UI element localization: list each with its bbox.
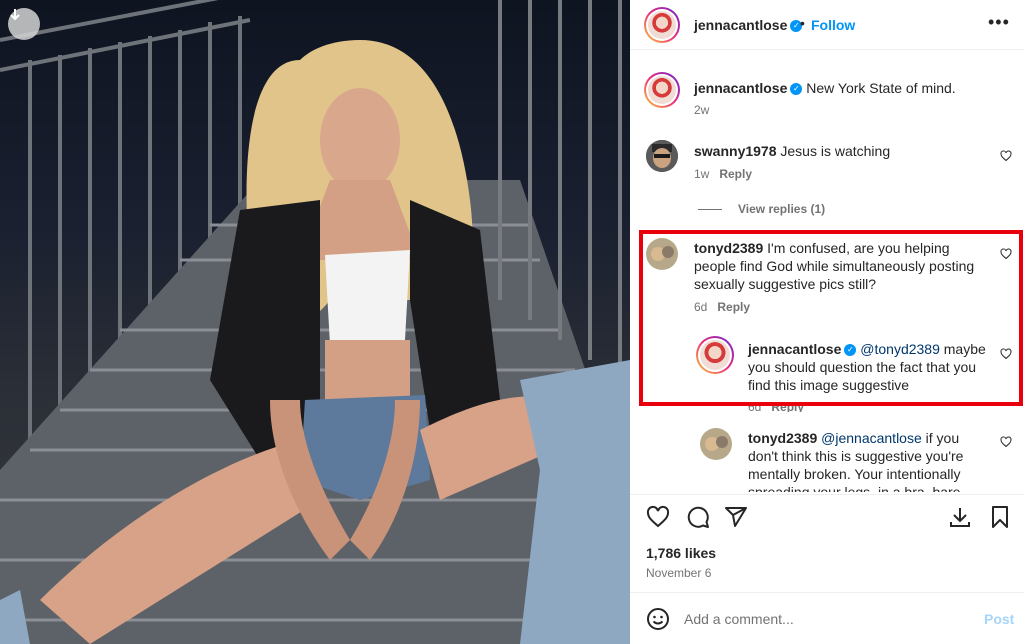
comment-meta: 6d Reply	[694, 300, 750, 314]
caption: jennacantlose ✓ New York State of mind.	[694, 79, 1004, 97]
torn-jeans	[520, 360, 630, 644]
reply-button[interactable]: Reply	[771, 400, 804, 412]
comment-1: swanny1978 Jesus is watching	[694, 142, 984, 160]
reply-avatar[interactable]	[700, 428, 732, 460]
bookmark-icon[interactable]	[988, 505, 1012, 529]
caption-time: 2w	[694, 103, 710, 117]
caption-avatar[interactable]	[644, 72, 680, 108]
reply-mention[interactable]: @tonyd2389	[860, 341, 940, 357]
view-replies-button[interactable]: View replies (1)	[698, 202, 825, 216]
comment-2: tonyd2389 I'm confused, are you helping …	[694, 239, 986, 293]
like-reply-heart-icon[interactable]	[1000, 348, 1012, 360]
comment-icon[interactable]	[686, 505, 710, 529]
reply-meta: 6d Reply	[748, 400, 804, 412]
comment-meta: 1w Reply	[694, 167, 752, 181]
verified-badge-icon: ✓	[844, 344, 857, 357]
more-options-icon[interactable]: •••	[988, 12, 1010, 33]
reply-button[interactable]: Reply	[717, 300, 750, 314]
download-photo-button[interactable]	[8, 8, 40, 40]
reply-avatar[interactable]	[696, 336, 734, 374]
reply-username[interactable]: tonyd2389	[748, 430, 817, 446]
header-separator: •	[800, 15, 805, 31]
post-button[interactable]: Post	[984, 611, 1014, 627]
commenter-avatar[interactable]	[646, 140, 678, 172]
like-comment-heart-icon[interactable]	[1000, 150, 1012, 162]
post-photo	[0, 0, 630, 644]
caption-text: New York State of mind.	[806, 80, 956, 96]
add-comment-bar: Post	[630, 592, 1024, 644]
reply-time: 6d	[748, 400, 762, 412]
face	[320, 88, 400, 192]
comment-time: 6d	[694, 300, 708, 314]
like-comment-heart-icon[interactable]	[1000, 248, 1012, 260]
reply-mention[interactable]: @jennacantlose	[821, 430, 922, 446]
reply-1: jennacantlose ✓ @tonyd2389 maybe you shou…	[748, 340, 988, 394]
action-bar	[630, 494, 1024, 538]
comment-username[interactable]: swanny1978	[694, 143, 777, 159]
photo-illustration	[0, 0, 630, 644]
verified-badge-icon: ✓	[790, 83, 803, 96]
download-icon[interactable]	[948, 505, 972, 529]
follow-button[interactable]: Follow	[811, 17, 855, 33]
like-reply-heart-icon[interactable]	[1000, 436, 1012, 448]
reply-2: tonyd2389 @jennacantlose if you don't th…	[748, 429, 988, 492]
likes-count[interactable]: 1,786 likes	[646, 545, 716, 561]
caption-username[interactable]: jennacantlose	[694, 80, 787, 96]
share-icon[interactable]	[724, 505, 748, 529]
post-date[interactable]: November 6	[646, 566, 711, 580]
comment-input[interactable]	[684, 607, 954, 631]
author-avatar[interactable]	[644, 7, 680, 43]
comment-username[interactable]: tonyd2389	[694, 240, 763, 256]
reply-username[interactable]: jennacantlose	[748, 341, 841, 357]
post-side-panel: jennacantlose ✓ • Follow ••• jennacantlos…	[630, 0, 1024, 644]
commenter-avatar[interactable]	[646, 238, 678, 270]
comment-text: Jesus is watching	[780, 143, 891, 159]
author-username[interactable]: jennacantlose ✓	[694, 17, 803, 33]
post-header: jennacantlose ✓ • Follow •••	[630, 0, 1024, 50]
white-top	[325, 250, 410, 345]
comment-time: 1w	[694, 167, 710, 181]
heart-icon[interactable]	[646, 505, 670, 529]
emoji-icon[interactable]	[646, 607, 670, 631]
reply-button[interactable]: Reply	[719, 167, 752, 181]
arrow-down-icon	[10, 9, 20, 21]
